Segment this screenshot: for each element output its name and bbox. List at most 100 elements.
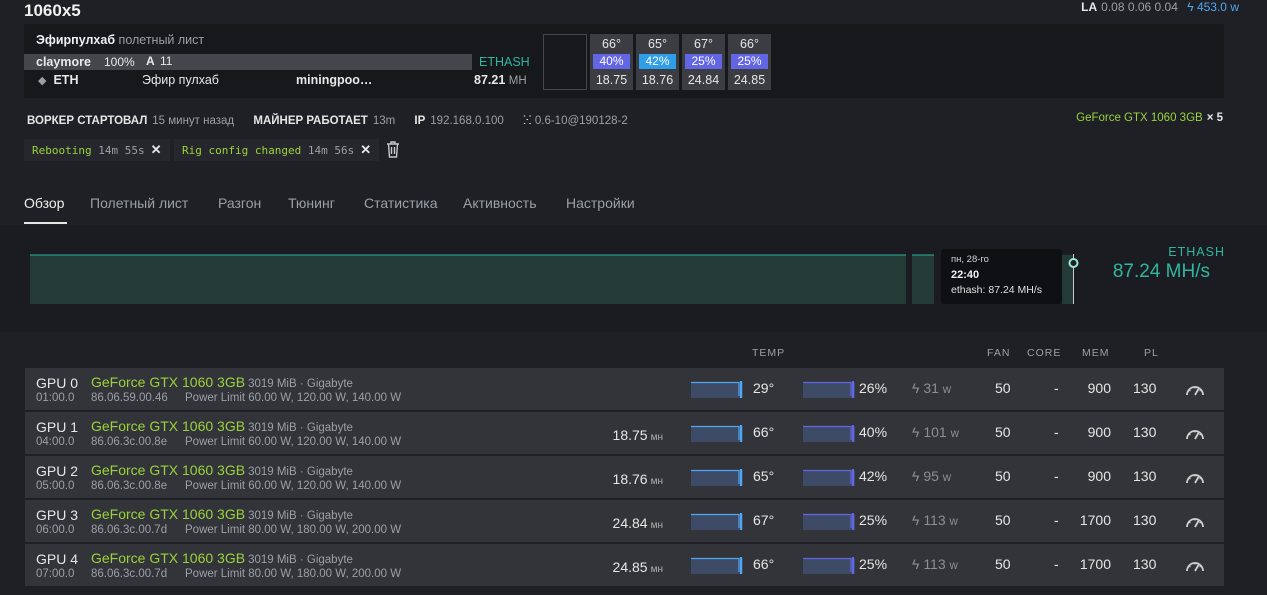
overclock-gauge-icon[interactable] [1185, 425, 1205, 441]
gpu-id: GPU 1 [36, 419, 79, 435]
tab-statistics[interactable]: Статистика [364, 195, 438, 211]
tab-overclock[interactable]: Разгон [218, 195, 261, 211]
gpu-pl: 130 [1133, 380, 1157, 396]
table-row[interactable]: GPU 4 07:00.0 GeForce GTX 1060 3GB 3019 MiB… [25, 544, 1224, 586]
gpu-power-limit: Power Limit 60.00 W, 120.00 W, 140.00 W [185, 480, 402, 492]
close-icon[interactable]: ✕ [360, 142, 371, 157]
chart-algo-value: 87.24 MH/s [1112, 261, 1210, 282]
gpu-bus: 05:00.0 [36, 480, 75, 492]
gpu-core: - [1054, 380, 1059, 396]
tab-tuning[interactable]: Тюнинг [288, 195, 335, 211]
load-average: LA 0.08 0.06 0.04 ϟ 453.0 w [1081, 0, 1239, 14]
gpu-fan-setting: 50 [995, 556, 1011, 572]
chart-cursor-point [1068, 258, 1079, 268]
gpu-hashrate: 24.85 мн [612, 559, 663, 575]
tab-flightsheet[interactable]: Полетный лист [90, 195, 188, 211]
flightsheet-title: Эфирпулхаб полетный лист [36, 33, 205, 47]
gpu-bios: 86.06.3c.00.8e [91, 436, 168, 448]
gpu-fan-setting: 50 [995, 380, 1011, 396]
miner-percent: 100% [104, 55, 135, 69]
overclock-gauge-icon[interactable] [1185, 381, 1205, 397]
sparkline [803, 513, 855, 530]
gpu-pl: 130 [1133, 556, 1157, 572]
overclock-gauge-icon[interactable] [1185, 469, 1205, 485]
miner-bar: claymore 100% A 11 [24, 54, 472, 70]
sparkline [691, 469, 743, 486]
la-values: 0.08 0.06 0.04 [1101, 0, 1178, 14]
gpu-name: GeForce GTX 1060 3GB 3019 MiB · Gigabyte [91, 462, 353, 478]
gpu-bus: 07:00.0 [36, 568, 75, 580]
lightning-icon: ϟ [912, 424, 920, 440]
gpu-bus: 06:00.0 [36, 524, 75, 536]
rig-name: 1060x5 [24, 1, 81, 20]
gpu-summary-empty [543, 34, 587, 90]
gpu-summary-box[interactable]: 66° 40% 18.75 [590, 34, 633, 90]
header-mem: MEM [1082, 347, 1110, 359]
gpu-model-summary: GeForce GTX 1060 3GB × 5 [1076, 112, 1223, 124]
gpu-summary-hash: 18.75 [595, 73, 628, 87]
gpu-summary-box[interactable]: 66° 25% 24.85 [728, 34, 771, 90]
gpu-pl: 130 [1133, 512, 1157, 528]
tag-rebooting: Rebooting 14m 55s ✕ [24, 139, 170, 161]
gpu-name: GeForce GTX 1060 3GB 3019 MiB · Gigabyte [91, 418, 353, 434]
header-core: CORE [1027, 347, 1062, 359]
gpu-bios: 86.06.3c.00.7d [91, 524, 168, 536]
header-pl: PL [1144, 347, 1159, 359]
tab-settings[interactable]: Настройки [566, 195, 635, 211]
tab-activity[interactable]: Активность [463, 195, 537, 211]
sparkline [803, 469, 855, 486]
gpu-pl: 130 [1133, 468, 1157, 484]
gpu-fan-setting: 50 [995, 424, 1011, 440]
chart-area-segment-2 [912, 255, 934, 304]
sparkline [691, 513, 743, 530]
chart-area-segment-1 [30, 255, 906, 304]
gpu-temp: 65° [753, 468, 775, 484]
trash-icon[interactable] [385, 139, 401, 159]
chart-algo-label: ETHASH [1168, 245, 1225, 259]
gpu-power-limit: Power Limit 60.00 W, 120.00 W, 140.00 W [185, 436, 402, 448]
sparkline [691, 381, 743, 398]
gpu-core: - [1054, 556, 1059, 572]
gpu-fan-setting: 50 [995, 468, 1011, 484]
gpu-power: ϟ 113 w [912, 556, 958, 572]
gpu-bios: 86.06.59.00.46 [91, 392, 168, 404]
gpu-power: ϟ 101 w [912, 424, 959, 440]
gpu-summary-temp: 66° [740, 37, 759, 51]
gpu-hashrate: 18.75 мн [612, 427, 663, 443]
gpu-fan-percent: 42% [859, 468, 888, 484]
gpu-summary-hash: 18.76 [641, 73, 674, 87]
gpu-temp: 67° [753, 512, 775, 528]
gpu-temp: 66° [753, 556, 775, 572]
gpu-power: ϟ 95 w [912, 468, 952, 484]
gpu-power-limit: Power Limit 60.00 W, 120.00 W, 140.00 W [185, 392, 402, 404]
gpu-fan-percent: 26% [859, 380, 888, 396]
close-icon[interactable]: ✕ [151, 142, 162, 157]
gpu-mem: 900 [1087, 468, 1111, 484]
table-row[interactable]: GPU 2 05:00.0 GeForce GTX 1060 3GB 3019 MiB… [25, 456, 1224, 498]
table-row[interactable]: GPU 3 06:00.0 GeForce GTX 1060 3GB 3019 MiB… [25, 500, 1224, 542]
gpu-name: GeForce GTX 1060 3GB 3019 MiB · Gigabyte [91, 374, 353, 390]
sparkline [691, 557, 743, 574]
table-row[interactable]: GPU 1 04:00.0 GeForce GTX 1060 3GB 3019 MiB… [25, 412, 1224, 454]
gpu-summary-box[interactable]: 67° 25% 24.84 [682, 34, 725, 90]
gpu-hashrate: 18.76 мн [612, 471, 663, 487]
gpu-power: ϟ 31 w [912, 380, 952, 396]
gpu-mem: 900 [1087, 424, 1111, 440]
pool-name: Эфир пулхаб [142, 73, 219, 87]
sparkline [803, 557, 855, 574]
gpu-name: GeForce GTX 1060 3GB 3019 MiB · Gigabyte [91, 506, 353, 522]
sparkline [691, 425, 743, 442]
gpu-pl: 130 [1133, 424, 1157, 440]
table-row[interactable]: GPU 0 01:00.0 GeForce GTX 1060 3GB 3019 MiB… [25, 368, 1224, 410]
gpu-id: GPU 0 [36, 375, 79, 391]
sparkline [803, 425, 855, 442]
gpu-summary-box[interactable]: 65° 42% 18.76 [636, 34, 679, 90]
tab-overview[interactable]: Обзор [24, 195, 64, 211]
gpu-summary-temp: 67° [694, 37, 713, 51]
la-label: LA [1081, 0, 1098, 14]
gpu-summary-fan: 40% [593, 54, 630, 69]
hashrate-chart[interactable] [30, 254, 1090, 306]
gpu-summary-fan: 25% [685, 54, 722, 69]
overclock-gauge-icon[interactable] [1185, 513, 1205, 529]
overclock-gauge-icon[interactable] [1185, 557, 1205, 573]
